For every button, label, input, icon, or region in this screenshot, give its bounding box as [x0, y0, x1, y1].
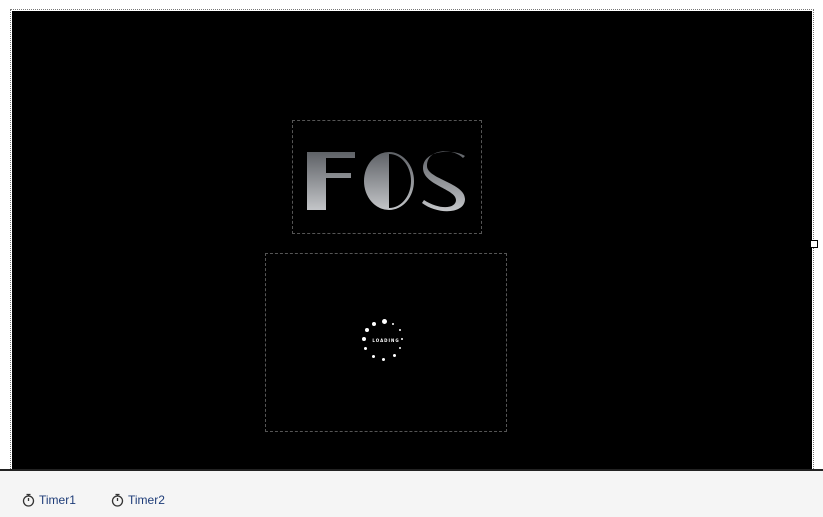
tray-item-timer2[interactable]: Timer2: [111, 493, 165, 507]
tray-item-label: Timer1: [39, 493, 76, 507]
stopwatch-icon: [22, 493, 35, 507]
resize-handle[interactable]: [810, 240, 818, 248]
loading-spinner: LOADING: [361, 317, 411, 367]
loading-picturebox[interactable]: LOADING: [265, 253, 507, 432]
stopwatch-icon: [111, 493, 124, 507]
loading-label: LOADING: [372, 338, 400, 343]
form-design-surface[interactable]: LOADING: [12, 11, 812, 469]
logo-picturebox[interactable]: [292, 120, 482, 234]
tray-item-timer1[interactable]: Timer1: [22, 493, 76, 507]
tray-item-label: Timer2: [128, 493, 165, 507]
component-tray: Timer1 Timer2: [0, 471, 823, 517]
fos-logo-image: [307, 151, 465, 212]
